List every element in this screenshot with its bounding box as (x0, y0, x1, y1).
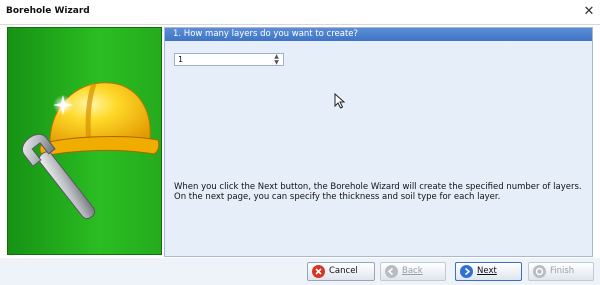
wizard-image-panel (7, 27, 162, 255)
cancel-button[interactable]: Cancel (307, 262, 375, 281)
question-header: 1. How many layers do you want to create… (165, 28, 592, 41)
close-icon: ✕ (583, 4, 595, 19)
close-button[interactable]: ✕ (578, 1, 600, 23)
spinner-arrows[interactable]: ▲ ▼ (273, 54, 280, 65)
hard-hat-wrench-icon (21, 82, 160, 220)
info-text: When you click the Next button, the Bore… (174, 182, 582, 202)
next-button[interactable]: Next (455, 262, 522, 281)
back-label: Back (402, 266, 423, 276)
next-arrow-icon (460, 265, 473, 278)
window-title: Borehole Wizard (6, 6, 90, 16)
spinner-down-icon[interactable]: ▼ (273, 59, 280, 66)
wizard-content: 1. How many layers do you want to create… (164, 27, 593, 257)
layers-count-value[interactable]: 1 (178, 55, 183, 64)
back-button[interactable]: Back (380, 262, 446, 281)
back-arrow-icon (385, 265, 398, 278)
title-bar: Borehole Wizard ✕ (0, 0, 600, 25)
finish-icon (533, 265, 546, 278)
finish-label: Finish (550, 266, 575, 276)
cancel-label: Cancel (329, 266, 358, 276)
layers-count-spinner[interactable]: 1 ▲ ▼ (174, 53, 284, 66)
finish-button[interactable]: Finish (528, 262, 594, 281)
cancel-icon (312, 265, 325, 278)
next-label: Next (477, 266, 497, 276)
mouse-cursor-icon (334, 93, 346, 109)
